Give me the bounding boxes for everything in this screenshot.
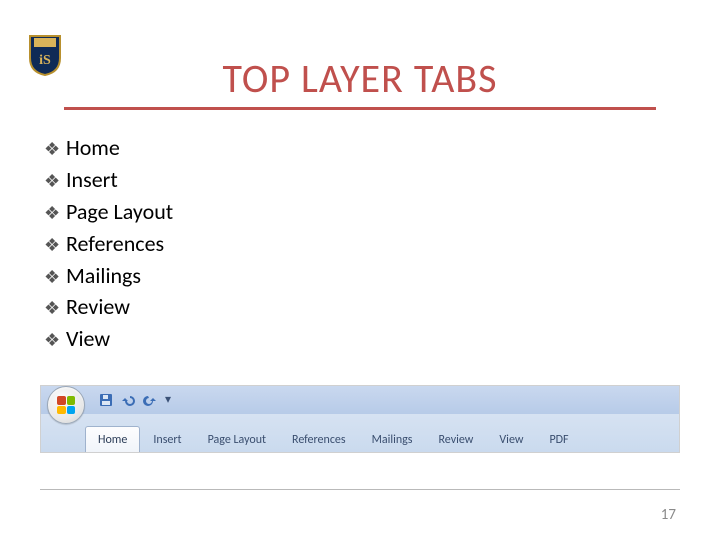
ribbon-tabs: Home Insert Page Layout References Maili… bbox=[41, 414, 679, 452]
list-item-label: Home bbox=[66, 132, 120, 164]
tab-mailings[interactable]: Mailings bbox=[359, 426, 426, 453]
tab-label: Home bbox=[98, 433, 127, 447]
tab-home[interactable]: Home bbox=[85, 426, 140, 453]
diamond-bullet-icon: ❖ bbox=[44, 327, 66, 353]
tab-label: References bbox=[292, 433, 346, 447]
bullet-list: ❖ Home ❖ Insert ❖ Page Layout ❖ Referenc… bbox=[40, 132, 680, 355]
tab-label: PDF bbox=[549, 433, 568, 447]
undo-icon[interactable] bbox=[121, 393, 135, 407]
footer-divider bbox=[40, 489, 680, 490]
office-logo-icon bbox=[57, 396, 75, 414]
list-item: ❖ Review bbox=[44, 291, 680, 323]
list-item: ❖ Page Layout bbox=[44, 196, 680, 228]
diamond-bullet-icon: ❖ bbox=[44, 136, 66, 162]
list-item: ❖ Mailings bbox=[44, 260, 680, 292]
diamond-bullet-icon: ❖ bbox=[44, 200, 66, 226]
list-item-label: View bbox=[66, 323, 110, 355]
list-item: ❖ Home bbox=[44, 132, 680, 164]
svg-text:iS: iS bbox=[39, 53, 51, 68]
tab-page-layout[interactable]: Page Layout bbox=[195, 426, 279, 453]
tab-insert[interactable]: Insert bbox=[140, 426, 194, 453]
tab-references[interactable]: References bbox=[279, 426, 359, 453]
list-item: ❖ References bbox=[44, 228, 680, 260]
chevron-down-icon[interactable]: ▾ bbox=[165, 393, 179, 407]
list-item-label: Page Layout bbox=[66, 196, 173, 228]
tab-label: Review bbox=[438, 433, 473, 447]
diamond-bullet-icon: ❖ bbox=[44, 264, 66, 290]
tab-label: Mailings bbox=[372, 433, 413, 447]
slide-title: TOP LAYER TABS bbox=[40, 54, 680, 103]
diamond-bullet-icon: ❖ bbox=[44, 168, 66, 194]
page-number: 17 bbox=[661, 506, 676, 524]
save-icon[interactable] bbox=[99, 393, 113, 407]
redo-icon[interactable] bbox=[143, 393, 157, 407]
title-underline bbox=[64, 107, 656, 110]
word-ribbon-screenshot: ▾ Home Insert Page Layout References Mai… bbox=[40, 385, 680, 453]
diamond-bullet-icon: ❖ bbox=[44, 232, 66, 258]
institution-logo: iS bbox=[28, 34, 62, 76]
office-button[interactable] bbox=[47, 386, 85, 424]
list-item-label: Insert bbox=[66, 164, 118, 196]
list-item: ❖ View bbox=[44, 323, 680, 355]
tab-label: Page Layout bbox=[208, 433, 266, 447]
list-item-label: Mailings bbox=[66, 260, 141, 292]
tab-review[interactable]: Review bbox=[425, 426, 486, 453]
quick-access-toolbar: ▾ bbox=[41, 386, 679, 414]
list-item-label: Review bbox=[66, 291, 130, 323]
diamond-bullet-icon: ❖ bbox=[44, 295, 66, 321]
tab-label: Insert bbox=[153, 433, 181, 447]
list-item-label: References bbox=[66, 228, 164, 260]
tab-pdf[interactable]: PDF bbox=[536, 426, 581, 453]
list-item: ❖ Insert bbox=[44, 164, 680, 196]
tab-label: View bbox=[499, 433, 523, 447]
tab-view[interactable]: View bbox=[486, 426, 536, 453]
